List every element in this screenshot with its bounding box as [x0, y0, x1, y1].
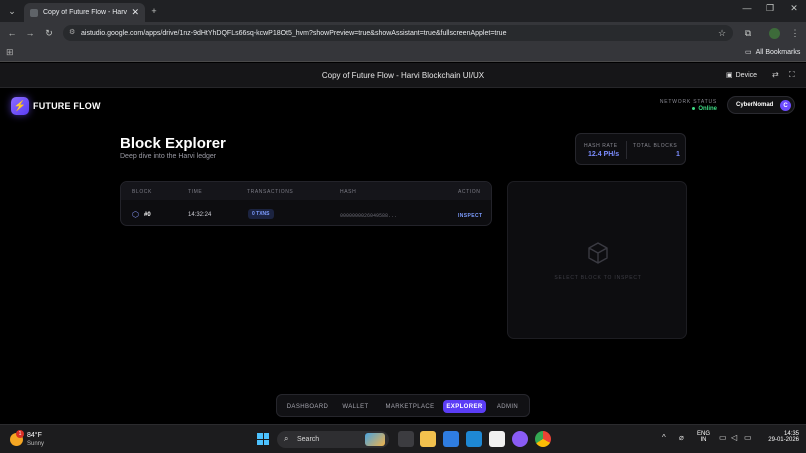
tab-close-icon[interactable]: ✕: [131, 7, 139, 18]
taskbar: 1 84°F Sunny ⌕ Search ^ ⌀ ENG IN ▭ ◁ ▭ 1…: [0, 424, 806, 453]
volume-icon[interactable]: ◁: [731, 433, 737, 442]
mail-icon[interactable]: [443, 431, 459, 447]
block-hash: 0000000026049588...: [340, 213, 398, 219]
search-label: Search: [297, 436, 320, 443]
status-dot-icon: [692, 106, 696, 110]
nav-dashboard[interactable]: DASHBOARD: [283, 400, 332, 413]
device-label: Device: [735, 71, 758, 79]
browser-toolbar: ← → ↻ ⚙ aistudio.google.com/apps/drive/1…: [0, 22, 806, 44]
all-bookmarks-label: All Bookmarks: [755, 48, 801, 56]
weather-badge: 1: [16, 430, 24, 438]
all-bookmarks-button[interactable]: ▭ All Bookmarks: [745, 48, 801, 57]
reload-icon[interactable]: ↻: [42, 26, 56, 40]
language-indicator[interactable]: ENG IN: [697, 431, 710, 443]
col-transactions: TRANSACTIONS: [247, 189, 294, 195]
col-block: BLOCK: [132, 189, 152, 195]
page-title: Block Explorer: [120, 135, 226, 152]
col-hash: HASH: [340, 189, 357, 195]
table-header: BLOCK TIME TRANSACTIONS HASH ACTION: [121, 182, 491, 200]
bottom-nav: DASHBOARD WALLET MARKETPLACE EXPLORER AD…: [276, 394, 530, 417]
address-url: aistudio.google.com/apps/drive/1nz-9dHtY…: [81, 29, 507, 37]
github-icon[interactable]: [512, 431, 528, 447]
display-icon[interactable]: ▭: [719, 433, 727, 442]
network-status-text: Online: [698, 106, 717, 112]
bookmarks-bar: ⊞ ▭ All Bookmarks: [0, 44, 806, 62]
folder-icon: ▭: [745, 49, 752, 56]
app-root: ⚡ FUTURE FLOW NETWORK STATUS Online Cybe…: [0, 89, 806, 424]
bookmark-star-icon[interactable]: ☆: [715, 26, 729, 40]
file-explorer-icon[interactable]: [420, 431, 436, 447]
address-bar[interactable]: ⚙ aistudio.google.com/apps/drive/1nz-9dH…: [63, 25, 733, 41]
browser-tab[interactable]: Copy of Future Flow - Harvi Bl ✕: [24, 3, 145, 22]
apps-grid-icon[interactable]: ⊞: [6, 47, 14, 58]
search-highlight-icon: [365, 433, 385, 446]
blocks-table: BLOCK TIME TRANSACTIONS HASH ACTION ⬡ #0…: [120, 181, 492, 226]
notion-icon[interactable]: [489, 431, 505, 447]
maximize-icon[interactable]: ❐: [760, 3, 780, 14]
clock[interactable]: 14:35 29-01-2026: [757, 431, 799, 443]
vscode-icon[interactable]: [466, 431, 482, 447]
block-time: 14:32:24: [188, 212, 212, 218]
chrome-icon[interactable]: [535, 431, 551, 447]
browser-menu-icon[interactable]: ⋮: [788, 26, 802, 40]
weather-desc: Sunny: [27, 441, 45, 447]
fullscreen-icon[interactable]: ⛶: [789, 70, 795, 80]
new-tab-icon[interactable]: +: [147, 4, 161, 18]
forward-icon[interactable]: →: [23, 26, 37, 40]
lang-bottom: IN: [700, 437, 707, 443]
brand-name: FUTURE FLOW: [33, 101, 101, 111]
hash-rate-label: HASH RATE: [584, 143, 618, 149]
inspect-button[interactable]: INSPECT: [458, 213, 482, 219]
tab-search-icon[interactable]: ⌄: [5, 4, 19, 18]
applet-title-bar: Copy of Future Flow - Harvi Blockchain U…: [0, 63, 806, 88]
clock-date: 29-01-2026: [768, 437, 799, 443]
tray-overflow-icon[interactable]: ^: [662, 433, 666, 442]
cube-icon: ⬡: [132, 210, 139, 219]
tab-title: Copy of Future Flow - Harvi Bl: [43, 9, 128, 16]
stats-card: HASH RATE 12.4 PH/s TOTAL BLOCKS 1: [575, 133, 686, 165]
nav-marketplace[interactable]: MARKETPLACE: [382, 400, 438, 413]
device-button[interactable]: ▣ Device: [726, 71, 758, 80]
task-view-icon[interactable]: [398, 431, 414, 447]
extensions-icon[interactable]: ⧉: [741, 26, 755, 40]
close-window-icon[interactable]: ✕: [784, 3, 804, 14]
profile-avatar[interactable]: [767, 26, 781, 40]
weather-temp: 84°F: [27, 432, 42, 439]
tray-network-icon[interactable]: ⌀: [679, 433, 684, 442]
search-icon: ⌕: [284, 434, 289, 443]
taskbar-search[interactable]: ⌕ Search: [277, 431, 389, 448]
network-status-label: NETWORK STATUS: [659, 99, 717, 105]
col-action: ACTION: [458, 189, 481, 195]
nav-wallet[interactable]: WALLET: [339, 400, 372, 413]
tx-count-badge: 0 TXNS: [248, 209, 274, 219]
back-icon[interactable]: ←: [5, 26, 19, 40]
nav-explorer[interactable]: EXPLORER: [443, 400, 486, 413]
cube-icon: [588, 242, 608, 264]
windows-start-icon[interactable]: [257, 433, 269, 445]
user-name: CyberNomad: [736, 102, 774, 108]
lightning-logo-icon: ⚡: [11, 97, 29, 115]
site-info-icon[interactable]: ⚙: [69, 28, 75, 36]
col-time: TIME: [188, 189, 203, 195]
inspect-panel: SELECT BLOCK TO INSPECT: [507, 181, 687, 339]
total-blocks-label: TOTAL BLOCKS: [633, 143, 678, 149]
browser-tab-bar: ⌄ Copy of Future Flow - Harvi Bl ✕ + — ❐…: [0, 0, 806, 22]
tab-favicon-icon: [30, 8, 38, 17]
swap-icon[interactable]: ⇄: [772, 70, 779, 79]
total-blocks-value: 1: [676, 151, 680, 158]
battery-icon[interactable]: ▭: [744, 433, 752, 442]
page-subtitle: Deep dive into the Harvi ledger: [120, 153, 217, 160]
block-number: #0: [144, 212, 151, 218]
user-menu-button[interactable]: CyberNomad C: [727, 96, 795, 114]
minimize-icon[interactable]: —: [737, 3, 757, 13]
stats-divider: [626, 141, 627, 159]
inspect-placeholder: SELECT BLOCK TO INSPECT: [554, 275, 642, 281]
applet-title: Copy of Future Flow - Harvi Blockchain U…: [321, 71, 485, 80]
network-status-value: Online: [640, 106, 717, 112]
device-icon: ▣: [726, 72, 733, 79]
nav-admin[interactable]: ADMIN: [491, 400, 524, 413]
user-avatar: C: [780, 100, 791, 111]
hash-rate-value: 12.4 PH/s: [588, 151, 620, 158]
